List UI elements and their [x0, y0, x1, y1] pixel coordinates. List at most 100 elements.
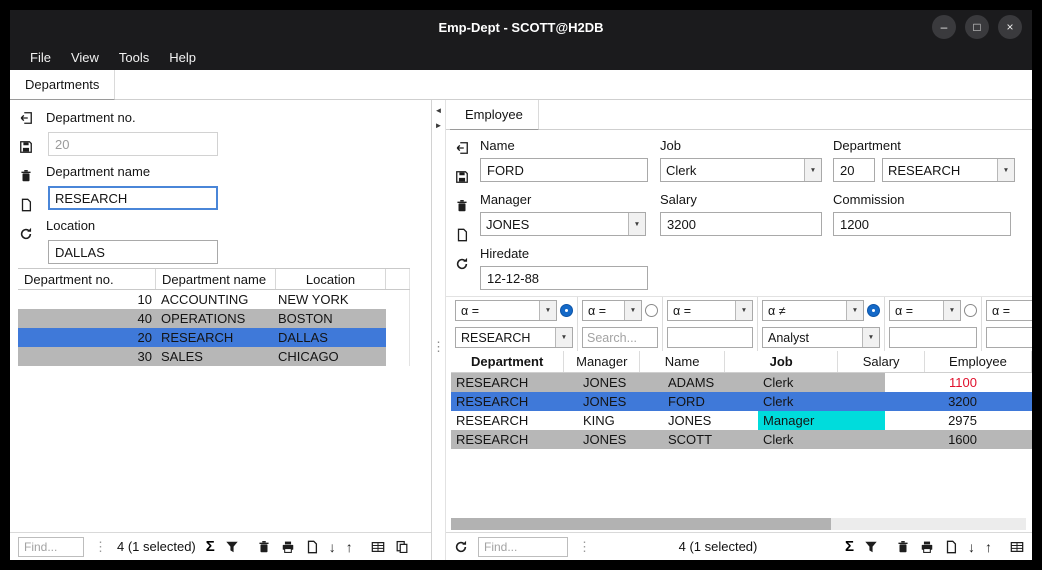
minimize-button[interactable]: – — [932, 15, 956, 39]
col-header-salary[interactable]: Salary — [838, 351, 925, 372]
table-row[interactable]: RESEARCH KING JONES Manager 2975 — [451, 411, 1032, 430]
tab-employee[interactable]: Employee — [450, 100, 539, 130]
revert-icon[interactable] — [18, 110, 34, 126]
chevron-down-icon[interactable]: ▼ — [997, 159, 1014, 181]
chevron-down-icon[interactable]: ▼ — [943, 301, 960, 320]
grid-view-icon[interactable] — [1010, 540, 1024, 554]
filter-enable-radio[interactable] — [560, 304, 573, 317]
maximize-button[interactable]: □ — [965, 15, 989, 39]
menu-view[interactable]: View — [61, 50, 109, 65]
copy-icon[interactable] — [944, 540, 958, 554]
filter-enable-radio[interactable] — [645, 304, 658, 317]
horizontal-scrollbar[interactable] — [451, 518, 1026, 530]
collapse-right-icon[interactable]: ► — [435, 118, 443, 133]
sum-icon[interactable]: Σ — [206, 538, 215, 555]
table-row[interactable]: RESEARCH JONES ADAMS Clerk 1100 — [451, 373, 1032, 392]
find-input[interactable] — [18, 537, 84, 557]
filter-value-combo-job[interactable]: Analyst▼ — [762, 327, 880, 348]
splitter-grip-icon[interactable]: ⋮ — [432, 339, 445, 355]
chevron-down-icon[interactable]: ▼ — [804, 159, 821, 181]
chevron-down-icon[interactable]: ▼ — [539, 301, 556, 320]
revert-icon[interactable] — [454, 140, 470, 156]
chevron-down-icon[interactable]: ▼ — [555, 328, 572, 347]
delete-icon[interactable] — [257, 540, 271, 554]
filter-op-combo[interactable]: α =▼ — [582, 300, 642, 321]
chevron-down-icon[interactable]: ▼ — [735, 301, 752, 320]
delete-icon[interactable] — [18, 168, 34, 184]
move-down-icon[interactable]: ↓ — [968, 539, 975, 555]
location-field[interactable] — [48, 240, 218, 264]
dept-no-field[interactable] — [48, 132, 218, 156]
sum-icon[interactable]: Σ — [845, 538, 854, 555]
filter-op-combo[interactable]: α =▼ — [455, 300, 557, 321]
tab-departments[interactable]: Departments — [10, 70, 115, 100]
print-icon[interactable] — [920, 540, 934, 554]
delete-icon[interactable] — [896, 540, 910, 554]
job-combo[interactable]: Clerk ▼ — [660, 158, 822, 182]
delete-icon[interactable] — [454, 198, 470, 214]
filter-icon[interactable] — [225, 540, 239, 554]
refresh-icon[interactable] — [18, 226, 34, 242]
refresh-icon[interactable] — [454, 256, 470, 272]
name-field[interactable] — [480, 158, 648, 182]
col-header-dept-name[interactable]: Department name — [156, 269, 276, 289]
filter-op-combo[interactable]: α =▼ — [889, 300, 961, 321]
col-header-job[interactable]: Job — [725, 351, 838, 372]
menu-help[interactable]: Help — [159, 50, 206, 65]
filter-op-combo[interactable]: α =▼ — [667, 300, 753, 321]
collapse-left-icon[interactable]: ◄ — [435, 103, 443, 118]
col-header-employee[interactable]: Employee — [925, 351, 1032, 372]
table-row-selected[interactable]: 20RESEARCHDALLAS — [18, 328, 410, 347]
chevron-down-icon[interactable]: ▼ — [628, 213, 645, 235]
menu-tools[interactable]: Tools — [109, 50, 159, 65]
filter-search-input[interactable] — [582, 327, 658, 348]
save-icon[interactable] — [18, 139, 34, 155]
copy-icon[interactable] — [305, 540, 319, 554]
col-header-name[interactable]: Name — [640, 351, 725, 372]
table-row[interactable]: 30SALESCHICAGO — [18, 347, 410, 366]
print-icon[interactable] — [281, 540, 295, 554]
filter-value-combo-department[interactable]: RESEARCH▼ — [455, 327, 573, 348]
filter-value-input-salary[interactable] — [889, 327, 977, 348]
commission-field[interactable] — [833, 212, 1011, 236]
save-icon[interactable] — [454, 169, 470, 185]
table-row[interactable]: RESEARCH JONES SCOTT Clerk 1600 — [451, 430, 1032, 449]
salary-field[interactable] — [660, 212, 822, 236]
menu-file[interactable]: File — [20, 50, 61, 65]
chevron-down-icon[interactable]: ▼ — [624, 301, 641, 320]
filter-enable-radio[interactable] — [964, 304, 977, 317]
department-combo[interactable]: RESEARCH ▼ — [882, 158, 1015, 182]
dept-name-field[interactable] — [48, 186, 218, 210]
department-no-field[interactable] — [833, 158, 875, 182]
col-header-location[interactable]: Location — [276, 269, 386, 289]
new-record-icon[interactable] — [454, 227, 470, 243]
move-up-icon[interactable]: ↑ — [346, 539, 353, 555]
scrollbar-thumb[interactable] — [451, 518, 831, 530]
refresh-icon[interactable] — [454, 540, 468, 554]
duplicate-icon[interactable] — [395, 540, 409, 554]
find-input[interactable] — [478, 537, 568, 557]
new-record-icon[interactable] — [18, 197, 34, 213]
panel-splitter[interactable]: ◄ ► ⋮ — [432, 100, 446, 560]
manager-combo[interactable]: JONES ▼ — [480, 212, 646, 236]
col-header-manager[interactable]: Manager — [564, 351, 640, 372]
col-header-dept-no[interactable]: Department no. — [18, 269, 156, 289]
table-row[interactable]: 10ACCOUNTINGNEW YORK — [18, 290, 410, 309]
filter-value-input-name[interactable] — [667, 327, 753, 348]
filter-op-combo[interactable]: α =▼ — [986, 300, 1032, 321]
close-button[interactable]: × — [998, 15, 1022, 39]
chevron-down-icon[interactable]: ▼ — [862, 328, 879, 347]
filter-value-input-employee[interactable] — [986, 327, 1032, 348]
table-row[interactable]: 40OPERATIONSBOSTON — [18, 309, 410, 328]
move-up-icon[interactable]: ↑ — [985, 539, 992, 555]
filter-enable-radio[interactable] — [867, 304, 880, 317]
filter-op-combo[interactable]: α ≠▼ — [762, 300, 864, 321]
move-down-icon[interactable]: ↓ — [329, 539, 336, 555]
title-bar[interactable]: Emp-Dept - SCOTT@H2DB – □ × — [10, 10, 1032, 44]
hiredate-field[interactable] — [480, 266, 648, 290]
filter-icon[interactable] — [864, 540, 878, 554]
grid-view-icon[interactable] — [371, 540, 385, 554]
col-header-department[interactable]: Department — [451, 351, 564, 372]
table-row-selected[interactable]: RESEARCH JONES FORD Clerk 3200 — [451, 392, 1032, 411]
chevron-down-icon[interactable]: ▼ — [846, 301, 863, 320]
